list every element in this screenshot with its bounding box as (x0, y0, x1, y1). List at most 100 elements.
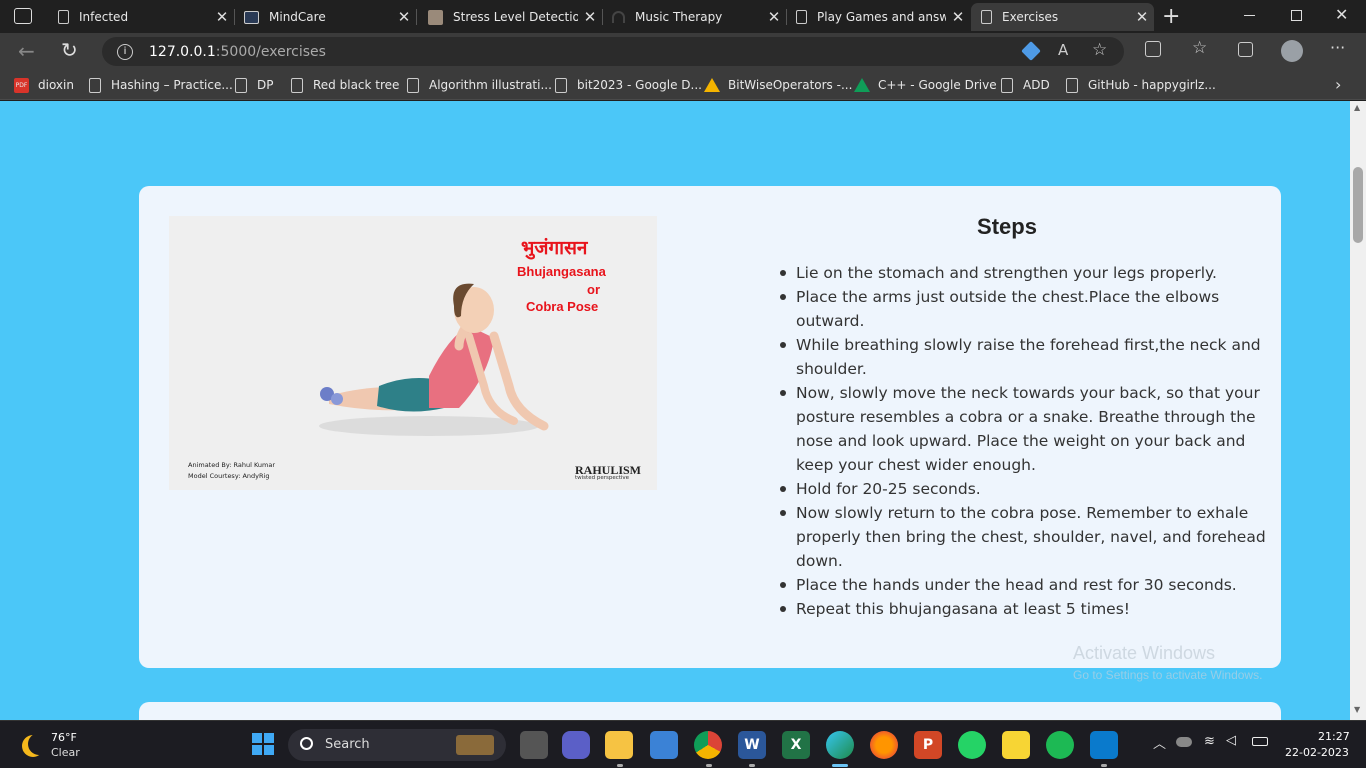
word-icon[interactable]: W (738, 731, 766, 759)
close-icon[interactable]: ✕ (946, 8, 970, 26)
close-icon[interactable]: ✕ (1130, 8, 1154, 26)
steps-heading: Steps (977, 214, 1037, 239)
whatsapp-icon[interactable] (958, 731, 986, 759)
rahulism-logo-tagline: twisted perspective (575, 475, 630, 481)
info-icon[interactable]: i (117, 43, 133, 60)
bookmark-github[interactable]: GitHub - happygirlz... (1066, 76, 1216, 94)
steps-list: Lie on the stomach and strengthen your l… (780, 261, 1266, 621)
spotify-icon[interactable] (1046, 731, 1074, 759)
scrollbar-thumb[interactable] (1353, 167, 1363, 243)
tab-label: Play Games and answe (817, 10, 946, 24)
running-indicator (617, 764, 623, 767)
page-icon (1066, 77, 1078, 93)
bookmark-dp[interactable]: DP (235, 76, 273, 94)
profile-avatar[interactable] (1281, 40, 1303, 62)
window-close-icon[interactable]: ✕ (1335, 5, 1348, 24)
url-host: 127.0.0.1 (149, 43, 216, 60)
bookmark-dioxin[interactable]: PDF dioxin (14, 76, 74, 94)
coupon-tag-icon[interactable] (1021, 41, 1041, 61)
next-exercise-card (139, 702, 1281, 720)
onedrive-icon[interactable] (1176, 737, 1192, 747)
list-item: Repeat this bhujangasana at least 5 time… (780, 597, 1266, 621)
close-icon[interactable]: ✕ (392, 8, 416, 26)
close-icon[interactable]: ✕ (210, 8, 234, 26)
edge-icon[interactable] (826, 731, 854, 759)
excel-icon[interactable]: X (782, 731, 810, 759)
windows-start-icon[interactable] (252, 733, 274, 755)
tab-play-games[interactable]: Play Games and answe ✕ (786, 3, 970, 31)
bookmark-label: DP (257, 78, 274, 92)
tab-actions-icon[interactable] (14, 8, 32, 24)
close-icon[interactable]: ✕ (578, 8, 602, 26)
teams-chat-icon[interactable] (562, 731, 590, 759)
tab-label: Stress Level Detection (453, 10, 578, 24)
tab-strip: Infected ✕ MindCare ✕ Stress Level Detec… (0, 0, 1366, 33)
back-icon[interactable]: ← (18, 39, 35, 63)
firefox-icon[interactable] (870, 731, 898, 759)
tab-exercises[interactable]: Exercises ✕ (971, 3, 1154, 31)
page-icon (89, 77, 101, 93)
chevron-right-icon[interactable]: › (1335, 75, 1341, 94)
page-scrollbar[interactable]: ▲ ▼ (1350, 101, 1366, 720)
bookmark-cpp-drive[interactable]: C++ - Google Drive (854, 76, 997, 94)
microsoft-store-icon[interactable] (650, 731, 678, 759)
tab-stress-level-detection[interactable]: Stress Level Detection ✕ (418, 3, 603, 31)
list-item: Now slowly return to the cobra pose. Rem… (780, 501, 1266, 573)
volume-icon[interactable]: ◁ (1226, 733, 1236, 748)
scroll-down-icon[interactable]: ▼ (1354, 705, 1360, 714)
taskbar-search[interactable]: Search (288, 729, 506, 761)
list-item: Lie on the stomach and strengthen your l… (780, 261, 1266, 285)
bookmark-red-black-tree[interactable]: Red black tree (291, 76, 399, 94)
address-bar[interactable]: i 127.0.0.1:5000/exercises A ☆ (102, 37, 1124, 66)
favorites-icon[interactable]: ☆ (1192, 38, 1207, 58)
task-view-icon[interactable] (520, 731, 548, 759)
weather-temp: 76°F (51, 731, 77, 744)
page-icon (235, 77, 247, 93)
tray-chevron-icon[interactable]: ︿ (1153, 733, 1166, 752)
close-icon[interactable]: ✕ (762, 8, 786, 26)
file-explorer-icon[interactable] (605, 731, 633, 759)
sticky-notes-icon[interactable] (1002, 731, 1030, 759)
scroll-up-icon[interactable]: ▲ (1354, 103, 1360, 112)
search-label: Search (325, 737, 370, 752)
tab-label: Exercises (1002, 10, 1059, 24)
bookmark-hashing[interactable]: Hashing – Practice... (89, 76, 233, 94)
clock-time[interactable]: 21:27 (1318, 730, 1350, 743)
chrome-icon[interactable] (694, 731, 722, 759)
favorite-star-icon[interactable]: ☆ (1092, 40, 1107, 60)
page-icon (796, 10, 807, 24)
refresh-icon[interactable]: ↻ (61, 38, 78, 62)
bookmark-algorithm[interactable]: Algorithm illustrati... (407, 76, 552, 94)
bookmark-bit2023[interactable]: bit2023 - Google D... (555, 76, 702, 94)
more-menu-icon[interactable]: ··· (1330, 38, 1345, 57)
bookmark-bitwise[interactable]: BitWiseOperators -... (704, 76, 852, 94)
battery-icon[interactable] (1252, 737, 1268, 746)
running-indicator (749, 764, 755, 767)
bookmark-label: ADD (1023, 78, 1050, 92)
tab-music-therapy[interactable]: Music Therapy ✕ (602, 3, 787, 31)
page-icon (291, 77, 303, 93)
collections-icon[interactable] (1238, 42, 1253, 57)
powerpoint-icon[interactable]: P (914, 731, 942, 759)
bookmark-add[interactable]: ADD (1001, 76, 1050, 94)
minimize-icon[interactable] (1244, 15, 1255, 16)
tab-infected[interactable]: Infected ✕ (48, 3, 235, 31)
weather-widget[interactable]: 76°F Clear (18, 729, 138, 763)
read-aloud-icon[interactable]: A (1058, 41, 1068, 59)
pose-title-line2: or (587, 282, 600, 297)
page-icon (1001, 77, 1013, 93)
activate-windows-subtitle: Go to Settings to activate Windows. (1073, 668, 1263, 682)
drive-icon (704, 78, 720, 92)
wifi-icon[interactable]: ≋ (1204, 734, 1215, 749)
extensions-icon[interactable] (1145, 41, 1161, 57)
restore-icon[interactable] (1291, 10, 1302, 21)
clock-date[interactable]: 22-02-2023 (1285, 746, 1349, 759)
running-indicator (706, 764, 712, 767)
new-tab-icon[interactable]: + (1162, 4, 1180, 29)
vscode-icon[interactable] (1090, 731, 1118, 759)
active-indicator (832, 764, 848, 767)
tab-mindcare[interactable]: MindCare ✕ (234, 3, 417, 31)
credit-animator: Animated By: Rahul Kumar (188, 461, 276, 469)
list-item: While breathing slowly raise the forehea… (780, 333, 1266, 381)
moon-icon (28, 733, 50, 755)
